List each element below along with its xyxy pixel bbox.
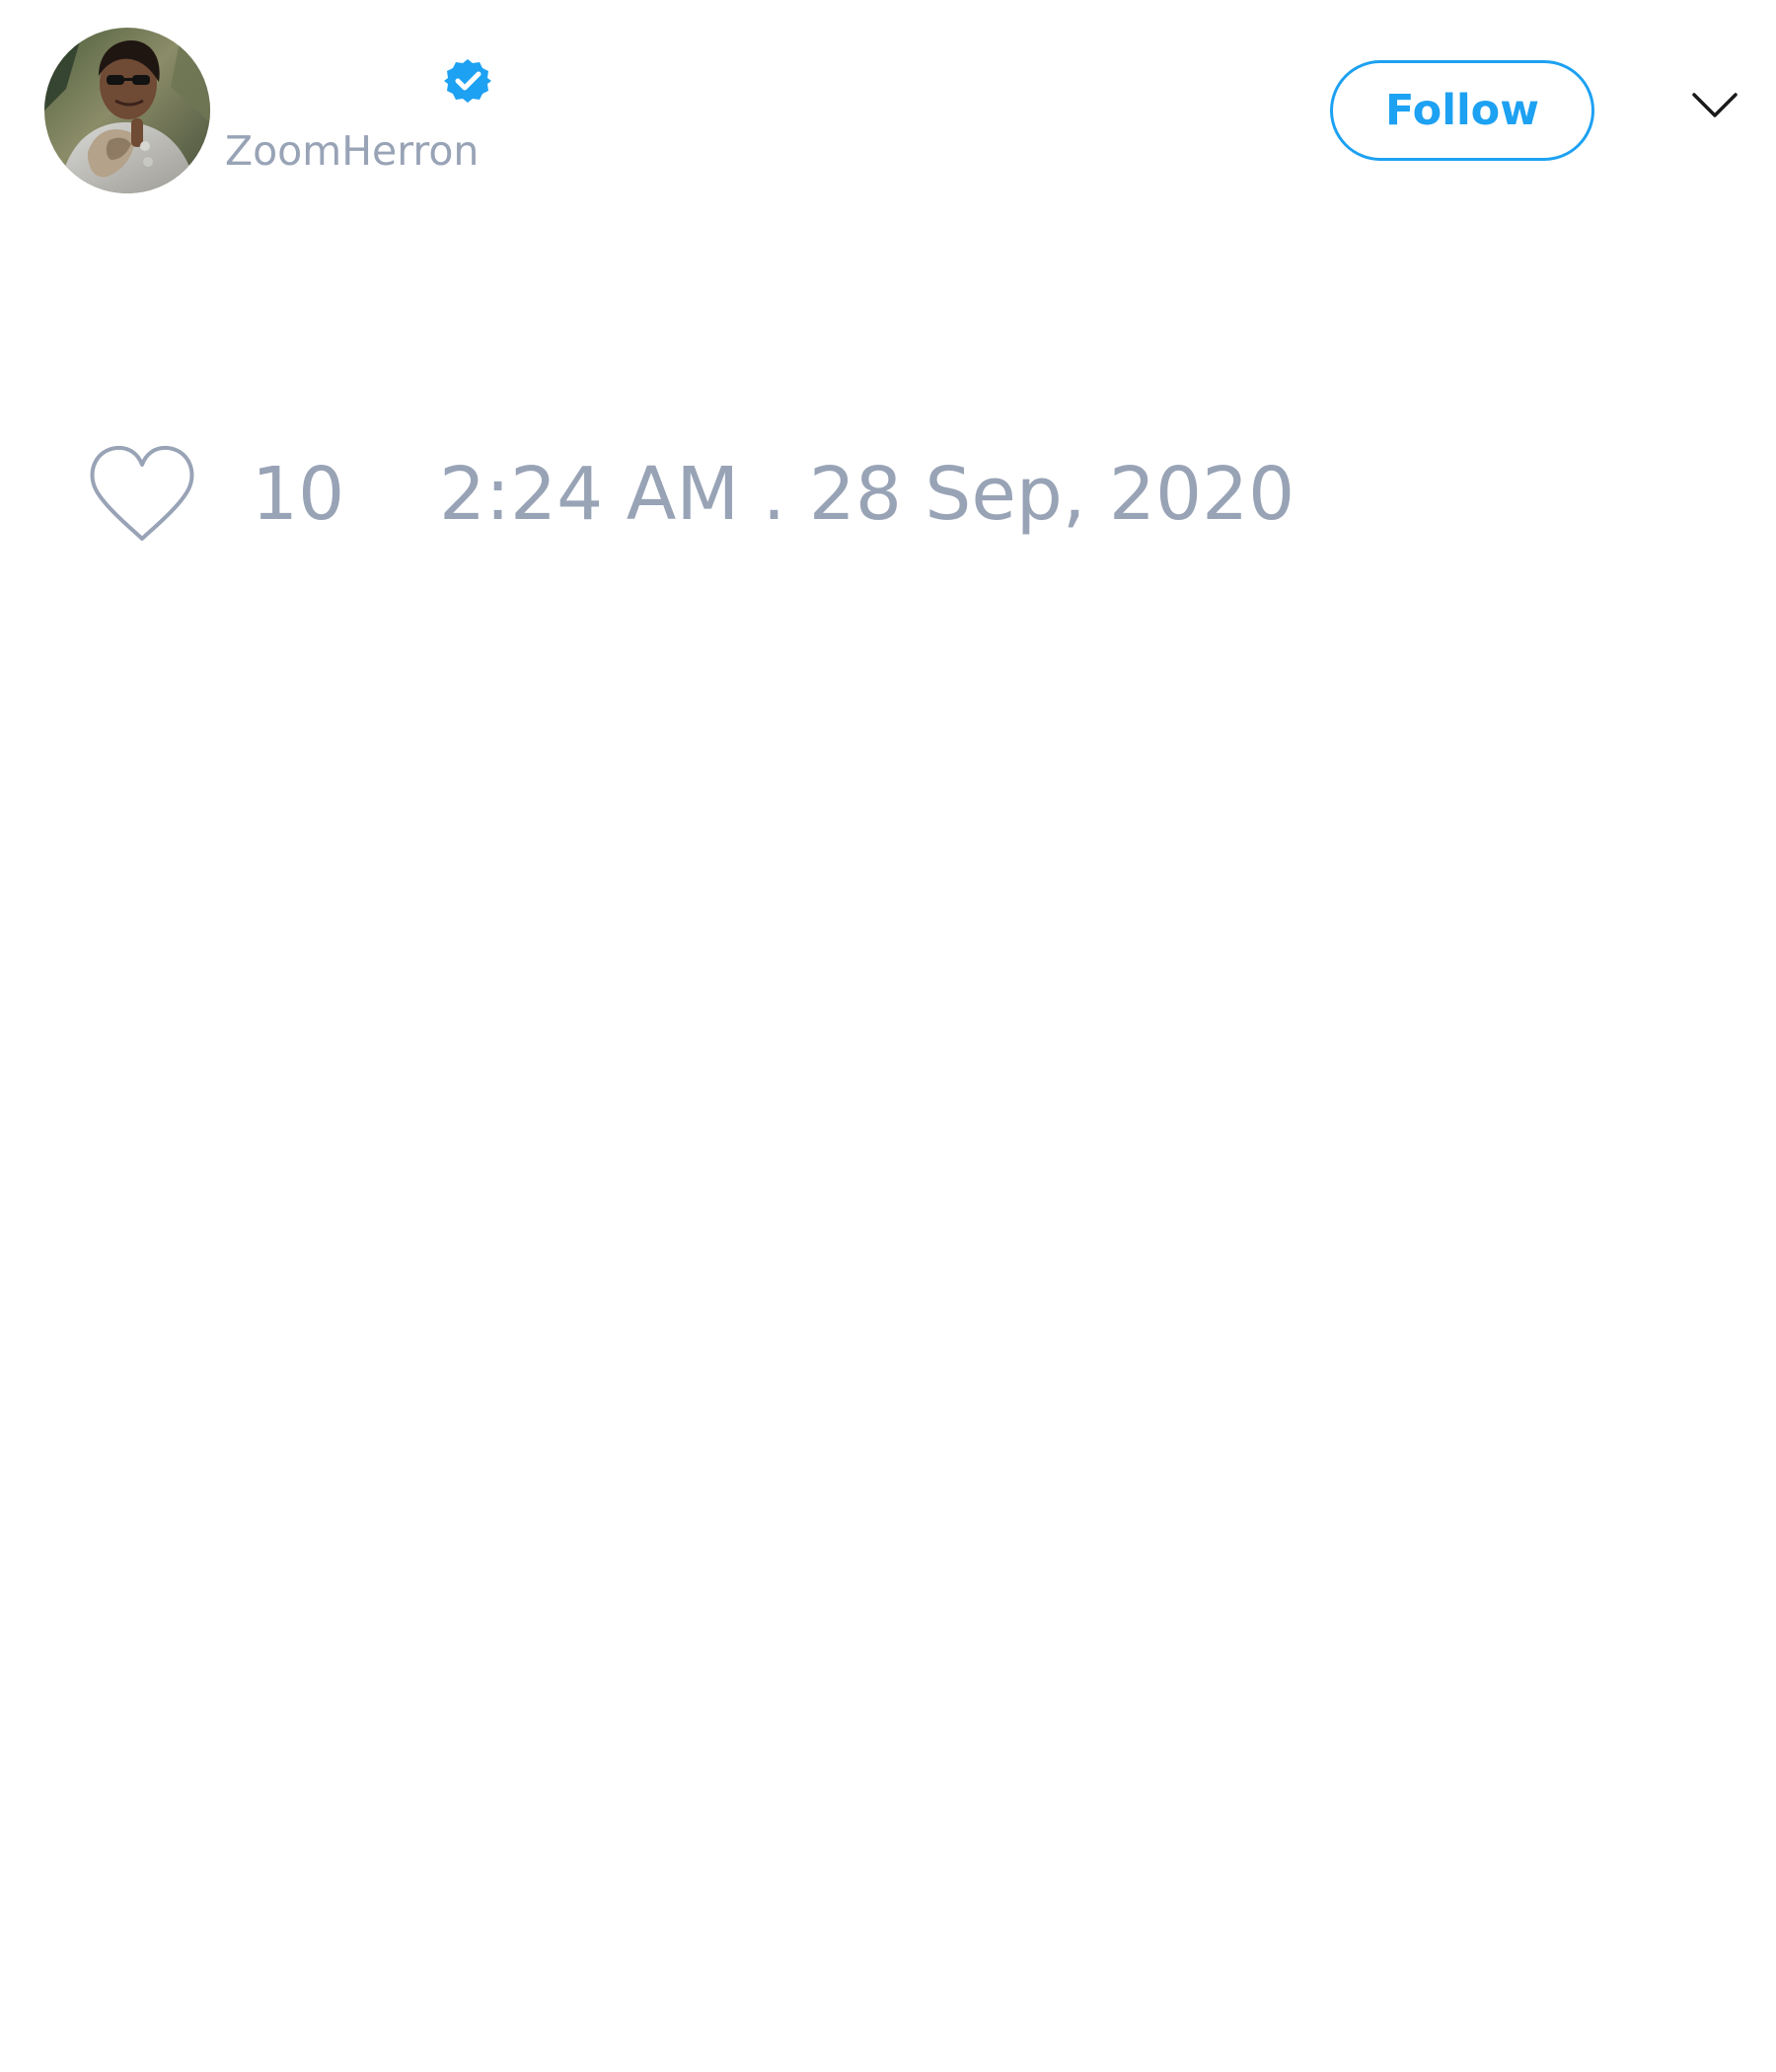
like-count: 10 — [252, 452, 345, 537]
heart-icon[interactable] — [87, 444, 197, 545]
author-username[interactable]: ZoomHerron — [225, 126, 479, 176]
verified-badge-icon — [444, 59, 491, 103]
tweet-timestamp[interactable]: 2:24 AM . 28 Sep, 2020 — [439, 452, 1295, 537]
tweet-card: ZoomHerron Follow 10 2:24 AM . 28 Sep, 2… — [0, 0, 1776, 2072]
chevron-down-icon[interactable] — [1691, 91, 1739, 120]
author-avatar[interactable] — [44, 28, 210, 193]
follow-button[interactable]: Follow — [1330, 60, 1594, 161]
